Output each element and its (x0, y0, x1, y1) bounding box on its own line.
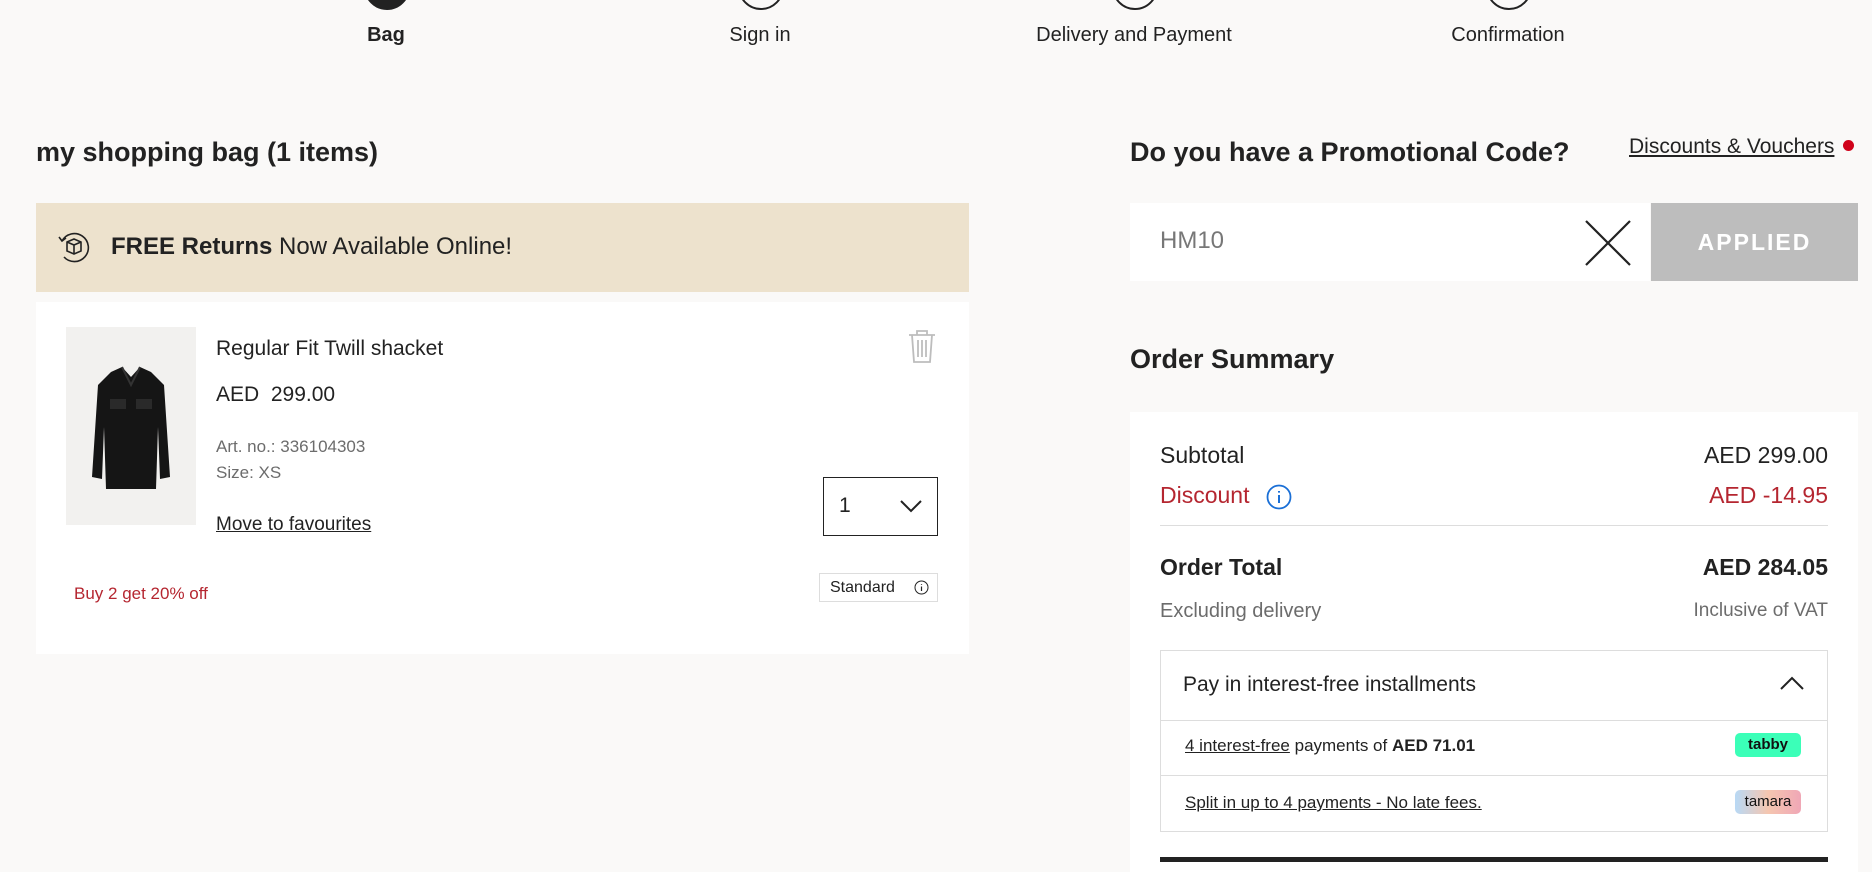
step-delivery-payment-indicator (1112, 0, 1158, 10)
bag-title: my shopping bag (1 items) (36, 137, 379, 167)
item-name[interactable]: Regular Fit Twill shacket (216, 337, 443, 361)
order-total-label: Order Total (1160, 554, 1283, 580)
free-returns-bold: FREE Returns (111, 233, 273, 260)
discounts-vouchers-link[interactable]: Discounts & Vouchers (1629, 135, 1834, 159)
quantity-value: 1 (839, 494, 851, 517)
inclusive-vat-label: Inclusive of VAT (1693, 600, 1828, 621)
order-summary-panel: Subtotal AED 299.00 Discount AED -14.95 … (1130, 412, 1858, 872)
promo-code-input[interactable]: HM10 (1130, 203, 1650, 281)
installments-divider-2 (1161, 775, 1827, 776)
quantity-select[interactable]: 1 (823, 477, 938, 536)
free-returns-text: Now Available Online! (279, 233, 513, 260)
delivery-type-tag[interactable]: Standard (819, 573, 938, 602)
subtotal-label: Subtotal (1160, 442, 1245, 468)
discount-label: Discount (1160, 482, 1250, 508)
notification-dot (1843, 140, 1854, 151)
delivery-vat-row: Excluding delivery Inclusive of VAT (1160, 600, 1828, 623)
step-delivery-payment-label: Delivery and Payment (1036, 24, 1232, 46)
promo-code-title: Do you have a Promotional Code? (1130, 137, 1570, 167)
discount-row: Discount AED -14.95 (1160, 482, 1828, 510)
info-icon (914, 580, 929, 595)
delivery-type-label: Standard (830, 579, 895, 596)
clear-code-icon[interactable] (1582, 217, 1634, 269)
trash-icon[interactable] (906, 328, 938, 364)
item-art-no: Art. no.: 336104303 (216, 437, 366, 456)
chevron-down-icon (900, 500, 922, 513)
item-promo-text: Buy 2 get 20% off (74, 584, 208, 603)
step-bag-indicator (364, 0, 410, 10)
installments-panel: Pay in interest-free installments 4 inte… (1160, 650, 1828, 832)
chevron-up-icon (1780, 676, 1804, 690)
step-sign-in-indicator (738, 0, 784, 10)
installments-toggle[interactable]: Pay in interest-free installments (1161, 651, 1827, 720)
tamara-option: Split in up to 4 payments - No late fees… (1185, 793, 1482, 813)
installments-title: Pay in interest-free installments (1183, 673, 1476, 696)
returns-box-icon (58, 232, 90, 263)
excluding-delivery-label: Excluding delivery (1160, 600, 1322, 622)
move-to-favourites-link[interactable]: Move to favourites (216, 514, 371, 536)
step-confirmation-indicator (1486, 0, 1532, 10)
promo-code-value: HM10 (1160, 227, 1225, 254)
order-total-value: AED 284.05 (1702, 554, 1828, 580)
tabby-logo: tabby (1735, 733, 1801, 757)
product-image[interactable] (66, 327, 196, 525)
applied-button[interactable]: APPLIED (1651, 203, 1858, 281)
tamara-logo: tamara (1735, 790, 1801, 814)
discount-info-icon[interactable] (1266, 484, 1292, 510)
bag-item-card: Regular Fit Twill shacket AED 299.00 Art… (36, 302, 969, 654)
tabby-option: 4 interest-free payments of AED 71.01 (1185, 736, 1475, 756)
checkout-button-edge[interactable] (1160, 857, 1828, 862)
step-confirmation-label: Confirmation (1451, 24, 1565, 46)
order-summary-title: Order Summary (1130, 344, 1335, 374)
discount-value: AED -14.95 (1709, 482, 1828, 508)
subtotal-value: AED 299.00 (1703, 442, 1828, 468)
item-price: AED 299.00 (216, 383, 336, 406)
installments-divider (1161, 720, 1827, 721)
tamara-link[interactable]: Split in up to 4 payments - No late fees… (1185, 793, 1482, 812)
item-size: Size: XS (216, 463, 282, 482)
tabby-amount: AED 71.01 (1391, 736, 1476, 755)
step-sign-in-label: Sign in (729, 24, 791, 46)
step-bag-label: Bag (367, 24, 405, 46)
free-returns-banner: FREE Returns Now Available Online! (36, 203, 969, 292)
subtotal-row: Subtotal AED 299.00 (1160, 442, 1828, 469)
order-total-row: Order Total AED 284.05 (1160, 554, 1828, 581)
tabby-link[interactable]: 4 interest-free (1185, 736, 1290, 755)
summary-divider (1160, 525, 1828, 526)
jacket-image (92, 366, 170, 489)
tabby-text: payments of (1289, 736, 1392, 755)
